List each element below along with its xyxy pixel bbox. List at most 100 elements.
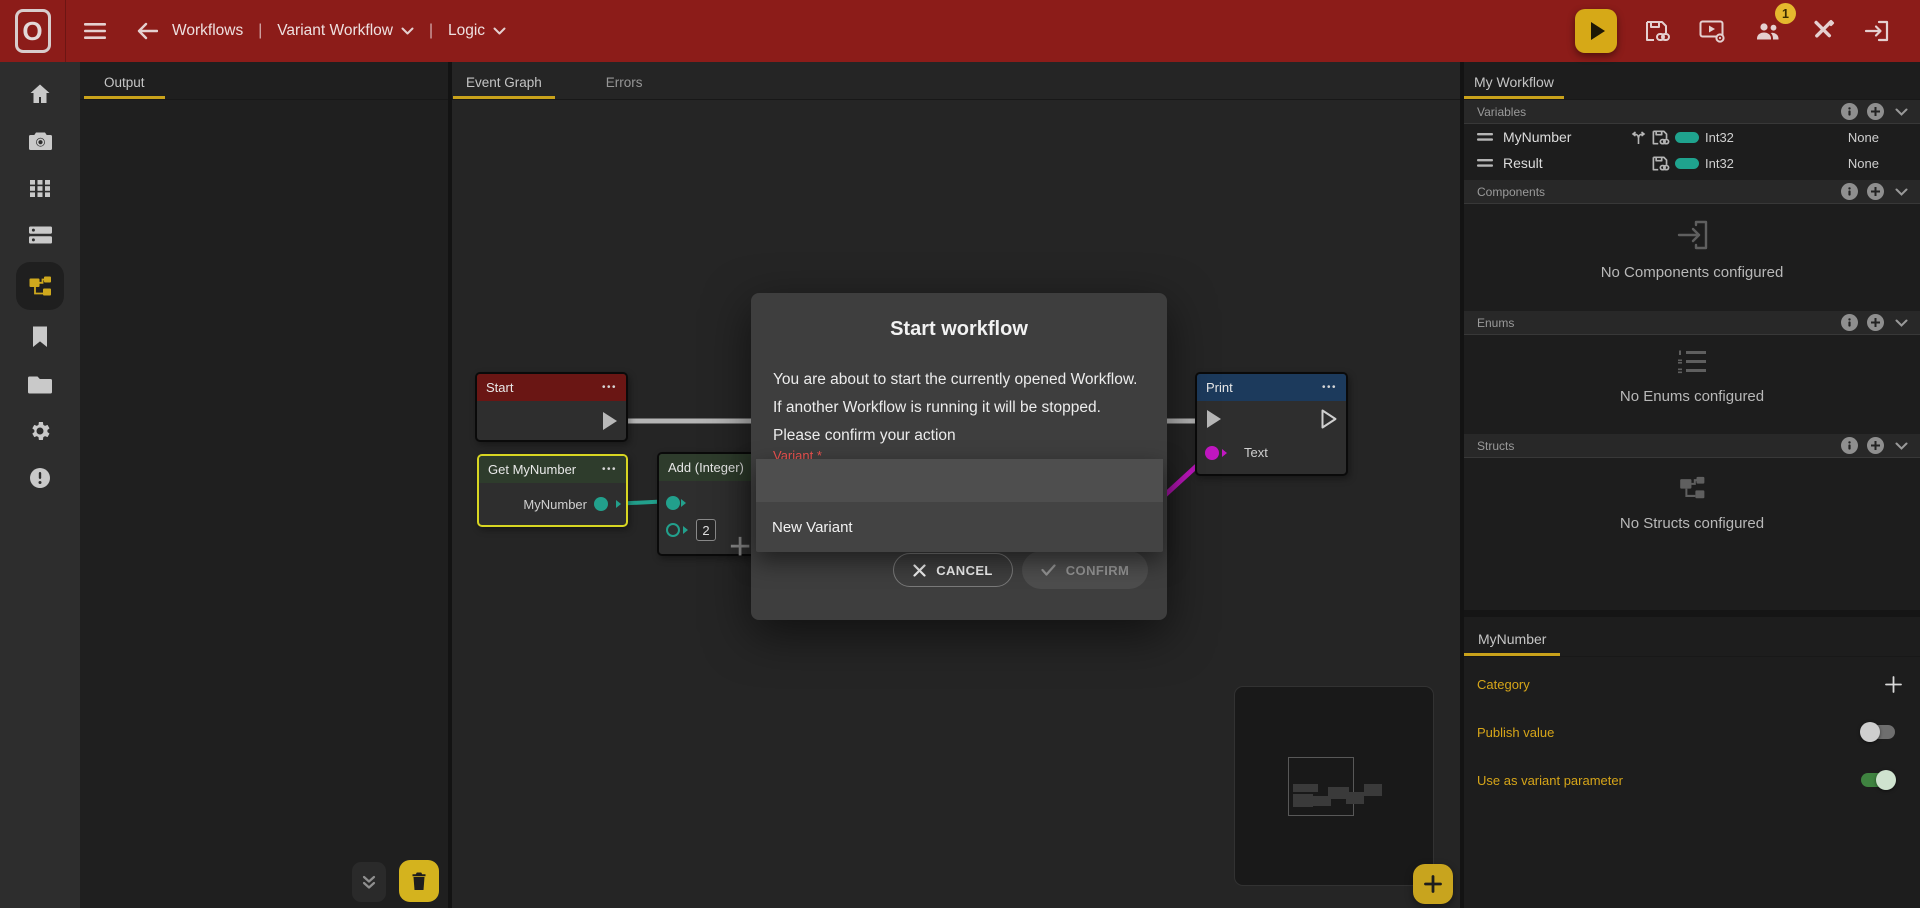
structs-empty-state: No Structs configured bbox=[1464, 458, 1920, 610]
publish-value-toggle[interactable] bbox=[1861, 725, 1895, 739]
node-menu-icon[interactable]: ••• bbox=[602, 382, 617, 393]
node-print-title: Print bbox=[1206, 380, 1233, 395]
node-start[interactable]: Start ••• bbox=[475, 372, 628, 442]
output-panel: Output bbox=[80, 62, 452, 908]
save-workflow-button[interactable] bbox=[1639, 13, 1677, 49]
variable-value: None bbox=[1848, 130, 1879, 145]
exec-out-pin[interactable] bbox=[601, 410, 619, 432]
tab-errors[interactable]: Errors bbox=[586, 66, 663, 99]
variables-add-button[interactable] bbox=[1867, 103, 1884, 120]
minimap[interactable] bbox=[1234, 686, 1434, 886]
notification-badge: 1 bbox=[1775, 3, 1796, 24]
section-variables-label: Variables bbox=[1477, 105, 1526, 119]
workflow-tree-icon bbox=[27, 274, 53, 298]
node-menu-icon[interactable]: ••• bbox=[602, 464, 617, 475]
exec-out-pin[interactable] bbox=[1320, 408, 1338, 430]
section-enums: Enums bbox=[1464, 311, 1920, 335]
enums-collapse-button[interactable] bbox=[1895, 319, 1908, 327]
breadcrumb-workflows[interactable]: Workflows bbox=[172, 22, 243, 40]
tools-button[interactable] bbox=[1804, 13, 1842, 49]
variant-dropdown-menu: New Variant bbox=[756, 459, 1163, 552]
enums-info-button[interactable] bbox=[1841, 314, 1858, 331]
pin-nib bbox=[681, 499, 686, 507]
variable-row-mynumber[interactable]: MyNumber Int32 None bbox=[1464, 124, 1920, 150]
minimap-node bbox=[1346, 792, 1364, 804]
grid-apps-icon bbox=[28, 176, 52, 200]
sidebar-item-settings[interactable] bbox=[28, 419, 52, 443]
runtime-settings-button[interactable] bbox=[1693, 13, 1732, 49]
sidebar-item-home[interactable] bbox=[28, 82, 52, 106]
tab-event-graph[interactable]: Event Graph bbox=[453, 66, 555, 99]
structs-info-button[interactable] bbox=[1841, 437, 1858, 454]
sidebar-item-apps[interactable] bbox=[28, 176, 52, 200]
input-pin-int-1[interactable] bbox=[666, 496, 680, 510]
add-category-button[interactable] bbox=[1885, 676, 1902, 693]
structs-add-button[interactable] bbox=[1867, 437, 1884, 454]
plus-operator-glyph: + bbox=[729, 526, 751, 569]
breadcrumb-variant-workflow[interactable]: Variant Workflow bbox=[277, 22, 414, 40]
variant-option-empty[interactable] bbox=[756, 459, 1163, 502]
output-pin-int[interactable] bbox=[594, 497, 608, 511]
node-get-mynumber[interactable]: Get MyNumber ••• MyNumber bbox=[477, 454, 628, 527]
cancel-button[interactable]: CANCEL bbox=[893, 553, 1013, 587]
node-menu-icon[interactable]: ••• bbox=[1322, 382, 1337, 393]
sidebar-item-workflows[interactable] bbox=[16, 262, 64, 310]
plus-icon bbox=[1885, 676, 1902, 693]
hamburger-menu-button[interactable] bbox=[78, 17, 112, 45]
breadcrumb-logic[interactable]: Logic bbox=[448, 22, 506, 40]
app-logo[interactable]: O bbox=[0, 0, 66, 62]
tab-my-workflow-label: My Workflow bbox=[1474, 74, 1554, 90]
enums-add-button[interactable] bbox=[1867, 314, 1884, 331]
input-pin-int-2[interactable] bbox=[666, 523, 680, 537]
workflow-tabbar: My Workflow bbox=[1464, 62, 1920, 100]
scroll-to-bottom-button[interactable] bbox=[352, 862, 386, 902]
sidebar-item-camera[interactable] bbox=[28, 129, 53, 153]
enums-empty-state: No Enums configured bbox=[1464, 335, 1920, 434]
node-add-integer-title: Add (Integer) bbox=[668, 460, 744, 475]
variant-option-new-variant[interactable]: New Variant bbox=[756, 502, 1163, 552]
clear-output-button[interactable] bbox=[399, 860, 439, 902]
variant-parameter-toggle[interactable] bbox=[1861, 773, 1895, 787]
structs-collapse-button[interactable] bbox=[1895, 442, 1908, 450]
variable-row-result[interactable]: Result Int32 None bbox=[1464, 150, 1920, 176]
folder-icon bbox=[28, 374, 53, 395]
variables-info-button[interactable] bbox=[1841, 103, 1858, 120]
components-info-button[interactable] bbox=[1841, 183, 1858, 200]
add-value-input[interactable]: 2 bbox=[696, 519, 716, 541]
confirm-button[interactable]: CONFIRM bbox=[1022, 551, 1148, 589]
sidebar-item-devices[interactable] bbox=[28, 223, 53, 247]
drag-handle-icon[interactable] bbox=[1477, 158, 1493, 168]
node-start-body bbox=[477, 401, 626, 440]
sidebar-item-alerts[interactable] bbox=[28, 466, 52, 490]
section-components-label: Components bbox=[1477, 185, 1545, 199]
breadcrumb-workflows-label: Workflows bbox=[172, 22, 243, 40]
sidebar-item-bookmarks[interactable] bbox=[30, 325, 50, 349]
section-components: Components bbox=[1464, 180, 1920, 204]
plus-icon bbox=[1871, 318, 1880, 327]
input-pin-text[interactable] bbox=[1205, 446, 1219, 460]
chevron-down-icon bbox=[1895, 188, 1908, 196]
print-text-row: Text bbox=[1205, 445, 1268, 460]
plus-icon bbox=[1871, 107, 1880, 116]
components-add-button[interactable] bbox=[1867, 183, 1884, 200]
node-print[interactable]: Print ••• Text bbox=[1195, 372, 1348, 476]
tab-output[interactable]: Output bbox=[84, 66, 165, 99]
add-node-button[interactable] bbox=[1413, 864, 1453, 904]
alert-circle-icon bbox=[28, 466, 52, 490]
exec-in-pin[interactable] bbox=[1205, 408, 1223, 430]
sidebar-item-files[interactable] bbox=[28, 372, 53, 396]
tab-errors-label: Errors bbox=[606, 75, 643, 90]
variable-type: Int32 bbox=[1705, 156, 1734, 171]
chevron-down-icon bbox=[493, 27, 506, 35]
logo-letter: O bbox=[15, 9, 51, 53]
drag-handle-icon[interactable] bbox=[1477, 132, 1493, 142]
tab-my-workflow[interactable]: My Workflow bbox=[1464, 66, 1564, 99]
exit-button[interactable] bbox=[1858, 13, 1896, 49]
tab-mynumber-detail[interactable]: MyNumber bbox=[1464, 623, 1560, 656]
run-workflow-button[interactable] bbox=[1575, 9, 1617, 53]
plus-icon bbox=[1423, 874, 1443, 894]
back-button[interactable] bbox=[130, 16, 164, 46]
exit-door-icon bbox=[1864, 19, 1890, 43]
variables-collapse-button[interactable] bbox=[1895, 108, 1908, 116]
components-collapse-button[interactable] bbox=[1895, 188, 1908, 196]
